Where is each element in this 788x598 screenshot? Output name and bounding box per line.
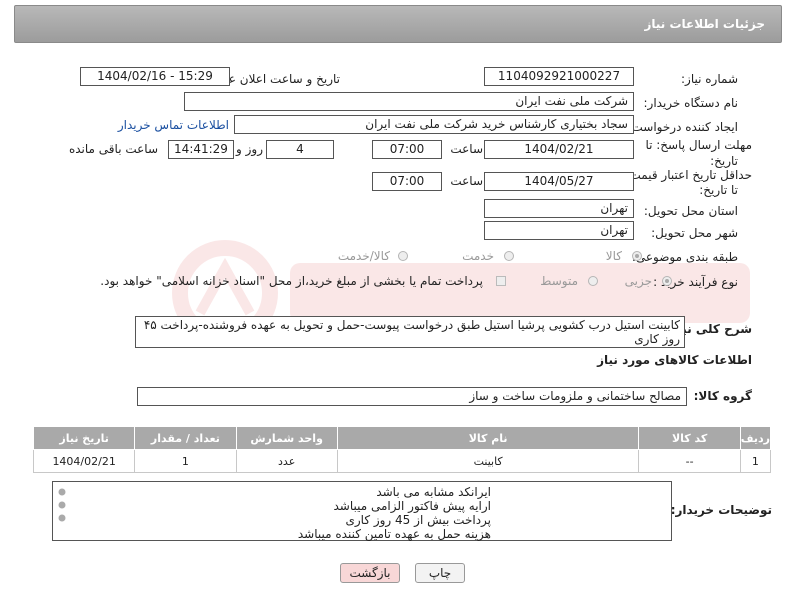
validity-label-1: حداقل تاریخ اعتبار قیمت: [625,168,752,182]
treasury-payment-note: پرداخت تمام یا بخشی از مبلغ خرید،از محل … [100,274,483,288]
col-header-unit: واحد شمارش [235,426,338,450]
buyer-contact-link[interactable]: اطلاعات تماس خریدار [118,118,229,132]
cell-name: کابینت [336,449,640,473]
category-service-label: خدمت [462,249,494,263]
category-goods-label: کالا [605,249,622,263]
city-field[interactable]: تهران [484,221,634,240]
buyer-org-field[interactable]: شرکت ملی نفت ایران [184,92,634,111]
category-both-radio[interactable] [398,251,408,261]
note-line: هزینه حمل به عهده تامین کننده میباشد [297,527,491,541]
category-label: طبقه بندی موضوعی: [631,250,738,264]
scroll-dot-icon [58,514,66,522]
cell-qty: 1 [134,449,237,473]
back-button[interactable]: بازگشت [340,563,400,583]
goods-table: ردیف کد کالا نام کالا واحد شمارش تعداد /… [32,426,772,473]
cell-date: 1404/02/21 [32,449,136,473]
category-both-label: کالا/خدمت [337,249,390,263]
need-number-label: شماره نیاز: [681,72,738,86]
col-header-row: ردیف [739,426,772,450]
deadline-time-field[interactable]: 07:00 [372,140,442,159]
scroll-dot-icon [58,488,66,496]
category-service-radio[interactable] [504,251,514,261]
col-header-qty: تعداد / مقدار [134,426,237,450]
cell-code: -- [638,449,741,473]
scroll-dot-icon [58,501,66,509]
validity-time-label: ساعت [450,174,483,188]
page-header: جزئیات اطلاعات نیاز [14,5,782,43]
remaining-time-label: ساعت باقی مانده [68,142,158,156]
province-label: استان محل تحویل: [643,204,738,218]
days-remaining-field[interactable]: 4 [266,140,334,159]
creator-label: ایجاد کننده درخواست: [627,120,738,134]
note-line: ایرانکد مشابه می باشد [376,485,491,499]
col-header-name: نام کالا [336,426,640,450]
deadline-label-2: تاریخ: [710,154,738,168]
table-header-row: ردیف کد کالا نام کالا واحد شمارش تعداد /… [32,426,772,450]
goods-info-title: اطلاعات کالاهای مورد نیاز [597,353,752,367]
note-line: پرداخت بیش از 45 روز کاری [345,513,491,527]
print-button[interactable]: چاپ [415,563,465,583]
treasury-payment-checkbox[interactable] [496,276,506,286]
table-row[interactable]: 1 -- کابینت عدد 1 1404/02/21 [32,449,772,473]
deadline-label-1: مهلت ارسال پاسخ: تا [645,138,752,152]
cell-row: 1 [739,449,772,473]
cell-unit: عدد [235,449,338,473]
category-goods-radio[interactable] [632,251,642,261]
col-header-code: کد کالا [638,426,741,450]
page-title: جزئیات اطلاعات نیاز [644,17,765,31]
need-number-field[interactable]: 1104092921000227 [484,67,634,86]
buyer-notes-label: توضیحات خریدار: [670,503,772,517]
notes-scrollbar[interactable] [55,484,69,538]
process-medium-label: متوسط [540,274,578,288]
days-label: روز و [236,142,263,156]
validity-date-field[interactable]: 1404/05/27 [484,172,634,191]
deadline-date-field[interactable]: 1404/02/21 [484,140,634,159]
process-minor-label: جزیی [624,274,652,288]
goods-group-field[interactable]: مصالح ساختمانی و ملزومات ساخت و ساز [137,387,687,406]
col-header-date: تاریخ نیاز [32,426,136,450]
buyer-notes-textarea[interactable]: ایرانکد مشابه می باشد ارایه پیش فاکتور ا… [52,481,672,541]
summary-textarea[interactable]: کابینت استیل درب کشویی پرشیا استیل طبق د… [135,316,685,348]
note-line: ارایه پیش فاکتور الزامی میباشد [333,499,491,513]
process-medium-radio[interactable] [588,276,598,286]
creator-field[interactable]: سجاد بختیاری کارشناس خرید شرکت ملی نفت ا… [234,115,634,134]
validity-time-field[interactable]: 07:00 [372,172,442,191]
buyer-org-label: نام دستگاه خریدار: [643,96,739,110]
announce-field[interactable]: 1404/02/16 - 15:29 [80,67,230,86]
province-field[interactable]: تهران [484,199,634,218]
process-minor-radio[interactable] [662,276,672,286]
remaining-time-field[interactable]: 14:41:29 [168,140,234,159]
goods-group-label: گروه کالا: [693,389,752,403]
validity-label-2: تا تاریخ: [699,183,738,197]
city-label: شهر محل تحویل: [651,226,738,240]
deadline-time-label: ساعت [450,142,483,156]
